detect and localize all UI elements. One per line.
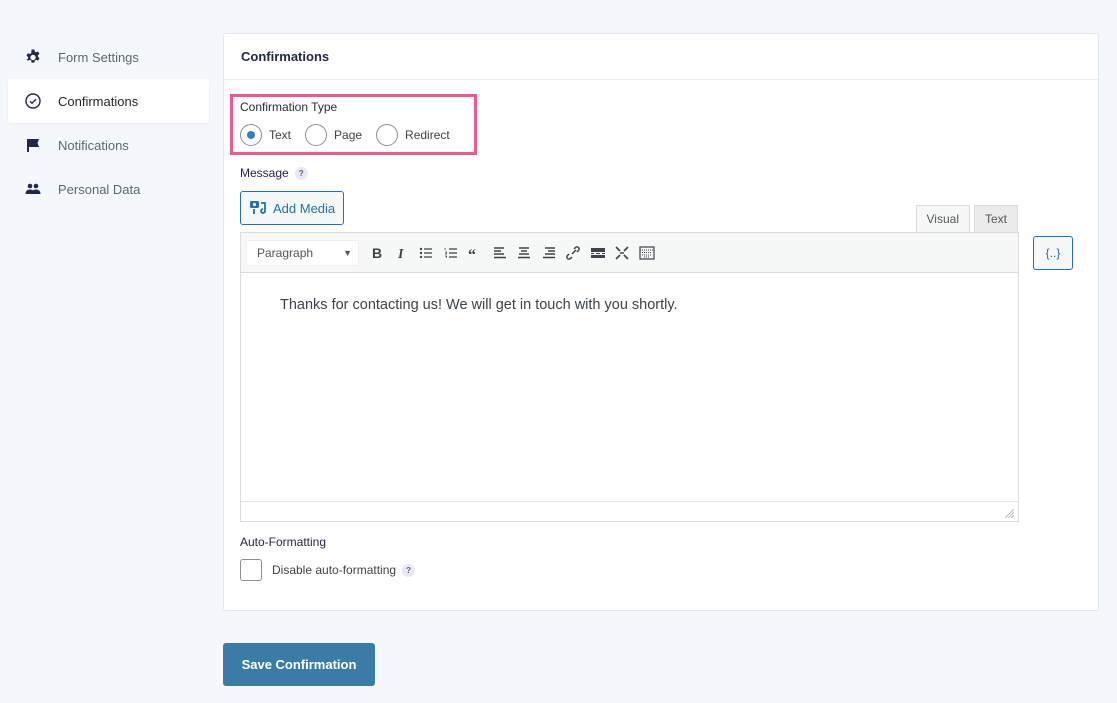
confirmation-type-radio-group: Text Page Redirect (240, 124, 464, 146)
align-left-icon (493, 246, 506, 258)
blockquote-button[interactable]: “ (463, 240, 487, 266)
auto-formatting-label: Auto-Formatting (240, 535, 327, 549)
confirmation-card: Confirmations Confirmation Type Text Pag… (223, 33, 1099, 611)
settings-sidebar: Form Settings Confirmations Notification… (8, 35, 209, 211)
merge-tag-icon: {..} (1045, 246, 1061, 260)
radio-page-control[interactable] (305, 124, 328, 146)
message-label: Message (240, 166, 289, 180)
editor-tabs: Visual Text (912, 205, 1018, 232)
fullscreen-button[interactable] (610, 240, 634, 266)
bullet-list-icon (419, 247, 432, 258)
sidebar-item-label: Notifications (58, 137, 129, 153)
sidebar-item-confirmations[interactable]: Confirmations (8, 79, 209, 123)
disable-auto-formatting-row: Disable auto-formatting ? (240, 559, 416, 581)
align-right-icon (542, 246, 555, 258)
italic-button[interactable]: I (390, 240, 414, 266)
sidebar-item-personal-data[interactable]: Personal Data (8, 167, 209, 211)
disable-auto-formatting-checkbox[interactable] (240, 559, 262, 581)
tab-visual[interactable]: Visual (915, 205, 970, 232)
radio-redirect-label: Redirect (405, 128, 450, 142)
sidebar-item-label: Personal Data (58, 181, 141, 197)
tab-text[interactable]: Text (973, 205, 1018, 232)
flag-icon (24, 136, 42, 154)
radio-redirect-control[interactable] (376, 124, 399, 146)
toolbar-toggle-button[interactable] (635, 240, 659, 266)
message-editor: Paragraph ▼ B I “ Thanks for contacting … (240, 232, 1019, 522)
sidebar-item-label: Form Settings (58, 49, 139, 65)
align-left-button[interactable] (488, 240, 512, 266)
sidebar-item-form-settings[interactable]: Form Settings (8, 35, 209, 79)
svg-text:“: “ (468, 247, 476, 261)
radio-text[interactable]: Text (240, 124, 291, 146)
save-confirmation-button[interactable]: Save Confirmation (223, 643, 375, 686)
message-label-row: Message ? (240, 166, 308, 180)
radio-page-label: Page (334, 128, 363, 142)
radio-text-label: Text (269, 128, 292, 142)
numbered-list-icon (444, 247, 457, 258)
svg-text:I: I (397, 247, 404, 261)
italic-icon: I (397, 247, 404, 261)
add-media-icon (250, 201, 266, 214)
users-icon (24, 180, 42, 198)
link-icon (566, 245, 580, 260)
svg-text:B: B (372, 245, 382, 261)
align-right-button[interactable] (537, 240, 561, 266)
link-button[interactable] (561, 240, 585, 266)
align-center-icon (518, 246, 530, 258)
confirmation-type-label: Confirmation Type (240, 100, 338, 114)
add-media-button[interactable]: Add Media (240, 191, 345, 225)
sidebar-item-notifications[interactable]: Notifications (8, 123, 209, 167)
radio-redirect[interactable]: Redirect (376, 124, 450, 146)
fullscreen-icon (615, 245, 629, 260)
bold-icon: B (372, 245, 382, 261)
message-help-icon[interactable]: ? (294, 166, 308, 180)
radio-page[interactable]: Page (305, 124, 362, 146)
align-center-button[interactable] (512, 240, 536, 266)
numbered-list-button[interactable] (439, 240, 463, 266)
add-media-label: Add Media (273, 200, 336, 216)
radio-text-control[interactable] (240, 124, 262, 146)
card-title: Confirmations (224, 34, 1098, 80)
keyboard-icon (638, 245, 655, 260)
read-more-icon (590, 247, 605, 258)
merge-tag-button[interactable]: {..} (1033, 236, 1073, 270)
editor-content[interactable]: Thanks for contacting us! We will get in… (241, 273, 1018, 501)
read-more-button[interactable] (586, 240, 610, 266)
check-circle-icon (24, 92, 42, 110)
editor-text: Thanks for contacting us! We will get in… (280, 297, 678, 313)
format-select[interactable]: Paragraph ▼ (246, 239, 359, 266)
bold-button[interactable]: B (365, 240, 389, 266)
resize-handle-icon[interactable] (1005, 509, 1014, 518)
editor-toolbar: Paragraph ▼ B I “ (241, 233, 1018, 273)
editor-statusbar (241, 501, 1018, 521)
gear-icon (24, 48, 42, 66)
chevron-down-icon: ▼ (343, 247, 352, 258)
sidebar-item-label: Confirmations (58, 93, 139, 109)
bullet-list-button[interactable] (414, 240, 438, 266)
auto-formatting-help-icon[interactable]: ? (402, 563, 416, 577)
blockquote-icon: “ (468, 247, 476, 261)
format-select-value: Paragraph (257, 245, 314, 260)
disable-auto-formatting-label[interactable]: Disable auto-formatting (272, 563, 396, 577)
